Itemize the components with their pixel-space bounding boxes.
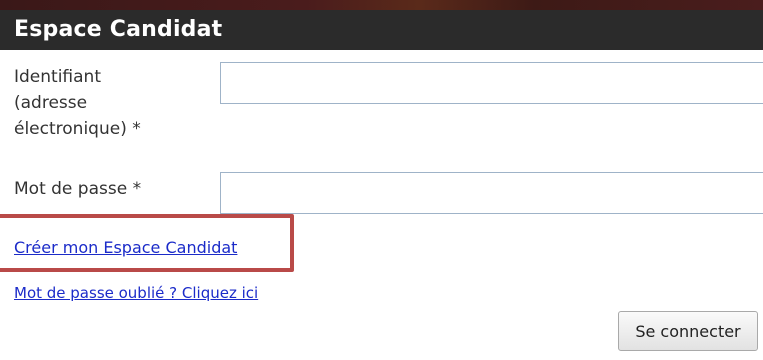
login-page: Espace Candidat Identifiant (adresse éle… bbox=[0, 0, 763, 360]
identifiant-label-line-1: Identifiant bbox=[14, 67, 101, 87]
create-account-link[interactable]: Créer mon Espace Candidat bbox=[14, 235, 237, 261]
identifiant-label-line-2: (adresse bbox=[14, 93, 88, 113]
top-banner-strip bbox=[0, 0, 763, 10]
password-input[interactable] bbox=[220, 172, 763, 214]
identifiant-input[interactable] bbox=[220, 62, 763, 104]
forgot-password-link[interactable]: Mot de passe oublié ? Cliquez ici bbox=[14, 282, 258, 304]
section-title: Espace Candidat bbox=[14, 17, 223, 42]
section-header: Espace Candidat bbox=[0, 10, 763, 50]
password-label: Mot de passe * bbox=[14, 179, 142, 199]
identifiant-label-line-3: électronique) * bbox=[14, 119, 141, 139]
identifiant-label: Identifiant (adresse électronique) * bbox=[14, 64, 209, 142]
login-button[interactable]: Se connecter bbox=[618, 311, 758, 351]
